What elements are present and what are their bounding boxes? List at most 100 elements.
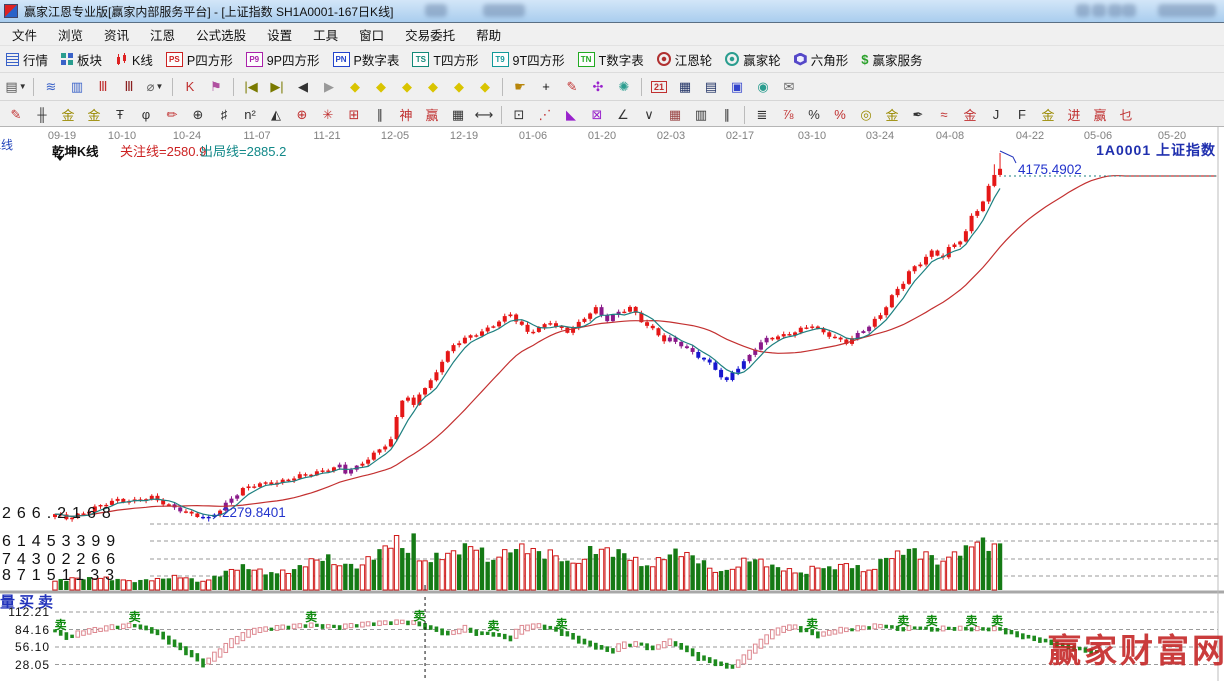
toolbar-item-PS[interactable]: PS P四方形 — [165, 50, 233, 69]
zoom-diamond-2-icon[interactable]: ◆ — [369, 75, 393, 98]
grid-lines-icon[interactable]: ╫ — [30, 103, 54, 126]
ink-pen-icon[interactable]: ✒ — [906, 103, 930, 126]
gold-circle-icon[interactable]: ◎ — [854, 103, 878, 126]
percent-line-icon[interactable]: % — [828, 103, 852, 126]
f-angle-icon[interactable]: F — [1010, 103, 1034, 126]
step-forward-icon[interactable]: ▶ — [317, 75, 341, 98]
slant-lines-icon[interactable]: ∥ — [715, 103, 739, 126]
menu-3[interactable]: 江恩 — [150, 25, 175, 44]
toolbar-item-quotes-grid-icon[interactable]: 行情 — [6, 50, 48, 69]
zoom-diamond-3-icon[interactable]: ◆ — [395, 75, 419, 98]
menu-7[interactable]: 窗口 — [359, 25, 384, 44]
save-web-icon[interactable]: ◉ — [751, 75, 775, 98]
k-pattern-icon[interactable]: K — [178, 75, 202, 98]
fraction-icon[interactable]: ⅞ — [776, 103, 800, 126]
gold-split-1-icon[interactable]: 金 — [56, 103, 80, 126]
menu-4[interactable]: 公式选股 — [196, 25, 246, 44]
trend-wave-icon[interactable]: ≋ — [39, 75, 63, 98]
toolbar-item-TS[interactable]: TS T四方形 — [412, 50, 479, 69]
box-tool-icon[interactable]: ⊡ — [507, 103, 531, 126]
toolbar-item-gann-wheel-icon[interactable]: 江恩轮 — [656, 50, 712, 69]
bars-9-icon[interactable]: Ⅲ — [117, 75, 141, 98]
brain-icon[interactable]: ✺ — [612, 75, 636, 98]
vee-icon[interactable]: ∨ — [637, 103, 661, 126]
fibonacci-icon[interactable]: Ŧ — [108, 103, 132, 126]
period-selector-icon[interactable]: ▤ ▼ — [4, 75, 28, 98]
info-panel-icon[interactable]: ▥ — [65, 75, 89, 98]
step-back-icon[interactable]: ◀ — [291, 75, 315, 98]
send-icon[interactable]: ✉ — [777, 75, 801, 98]
parallel-lines-icon[interactable]: ∥ — [368, 103, 392, 126]
gann-circle-icon[interactable]: ⊕ — [290, 103, 314, 126]
skip-start-icon[interactable]: |◀ — [239, 75, 263, 98]
toolbar-item-TN[interactable]: TN T数字表 — [577, 50, 644, 69]
toolbar-item-dollar-icon[interactable]: $ 赢家服务 — [861, 50, 922, 69]
expand-icon[interactable]: ⟷ — [472, 103, 496, 126]
calculator-icon[interactable]: ▦ — [673, 75, 697, 98]
toolbar-item-T9[interactable]: T9 9T四方形 — [491, 50, 565, 69]
compare-bars-icon[interactable]: ≣ — [750, 103, 774, 126]
toolbar-item-winner-wheel-icon[interactable]: 赢家轮 — [725, 50, 781, 69]
toolbar-item-PN[interactable]: PN P数字表 — [332, 50, 399, 69]
flask-icon[interactable]: ⌀ ▼ — [143, 75, 167, 98]
gann-grid-icon[interactable]: ⊞ — [342, 103, 366, 126]
title-bar[interactable]: 赢家江恩专业版[赢家内部服务平台] - [上证指数 SH1A0001-167日K… — [0, 0, 1224, 23]
wave-lines-icon[interactable]: ≈ — [932, 103, 956, 126]
menu-8[interactable]: 交易委托 — [405, 25, 455, 44]
pencil-icon[interactable]: ✎ — [560, 75, 584, 98]
save-icon[interactable]: ▣ — [725, 75, 749, 98]
menu-0[interactable]: 文件 — [12, 25, 37, 44]
zoom-diamond-1-icon[interactable]: ◆ — [343, 75, 367, 98]
gold-split-2-icon[interactable]: 金 — [82, 103, 106, 126]
toolbar-item-hexagon-icon[interactable]: 六角形 — [793, 50, 848, 69]
zoom-diamond-5-icon[interactable]: ◆ — [447, 75, 471, 98]
circle-dial-icon[interactable]: ⊕ — [186, 103, 210, 126]
square-number-icon[interactable]: n² — [238, 103, 262, 126]
win-angle-icon[interactable]: 赢 — [1088, 103, 1112, 126]
shen-tool-icon[interactable]: 神 — [394, 103, 418, 126]
indicator-dropdown-caret-icon[interactable] — [56, 156, 64, 161]
number-table-icon[interactable]: ▦ — [446, 103, 470, 126]
j-angle-icon[interactable]: J — [984, 103, 1008, 126]
left-pane-tab[interactable]: K线 — [0, 136, 13, 153]
spiral-icon[interactable]: φ — [134, 103, 158, 126]
toolbar-item-P9[interactable]: P9 9P四方形 — [245, 50, 320, 69]
menu-2[interactable]: 资讯 — [104, 25, 129, 44]
crosshair-icon[interactable]: + — [534, 75, 558, 98]
toolbar-item-blocks-icon[interactable]: 板块 — [61, 50, 102, 69]
flag-palette-icon[interactable]: ⚑ — [204, 75, 228, 98]
skip-end-icon[interactable]: ▶| — [265, 75, 289, 98]
menu-6[interactable]: 工具 — [313, 25, 338, 44]
menu-5[interactable]: 设置 — [267, 25, 292, 44]
menu-1[interactable]: 浏览 — [58, 25, 83, 44]
gold-angle-icon[interactable]: 金 — [1036, 103, 1060, 126]
gold-line-icon[interactable]: 金 — [880, 103, 904, 126]
percent-icon[interactable]: % — [802, 103, 826, 126]
marker-pen-icon[interactable]: ✏ — [160, 103, 184, 126]
rays-icon[interactable]: ⋰ — [533, 103, 557, 126]
red-grid-icon[interactable]: ▦ — [663, 103, 687, 126]
zoom-diamond-4-icon[interactable]: ◆ — [421, 75, 445, 98]
calendar-icon[interactable]: 21 — [647, 75, 671, 98]
report-icon[interactable]: ▤ — [699, 75, 723, 98]
toolbar-item-kline-candles-icon[interactable]: K线 — [115, 50, 153, 69]
hand-pan-icon[interactable]: ☛ — [508, 75, 532, 98]
column-grid-icon[interactable]: ▥ — [689, 103, 713, 126]
hash-grid-icon[interactable]: ♯ — [212, 103, 236, 126]
angle-icon[interactable]: ∠ — [611, 103, 635, 126]
menu-9[interactable]: 帮助 — [476, 25, 501, 44]
chart-canvas[interactable] — [0, 127, 1224, 681]
draw-line-icon[interactable]: ✎ — [4, 103, 28, 126]
gann-fan-star-icon[interactable]: ✳ — [316, 103, 340, 126]
jin-angle-icon[interactable]: 进 — [1062, 103, 1086, 126]
mie-angle-icon[interactable]: 乜 — [1114, 103, 1138, 126]
crossed-box-icon[interactable]: ⊠ — [585, 103, 609, 126]
zoom-diamond-6-icon[interactable]: ◆ — [473, 75, 497, 98]
gold-red-icon[interactable]: 金 — [958, 103, 982, 126]
win-tool-icon[interactable]: 赢 — [420, 103, 444, 126]
shaded-triangle-icon[interactable]: ◣ — [559, 103, 583, 126]
chart-area[interactable]: K线 乾坤K线 关注线=2580.9 出局线=2885.2 1A0001 上证指… — [0, 126, 1224, 681]
bars-3-icon[interactable]: Ⅲ — [91, 75, 115, 98]
angle-ruler-icon[interactable]: ◭ — [264, 103, 288, 126]
tools-icon[interactable]: ✣ — [586, 75, 610, 98]
